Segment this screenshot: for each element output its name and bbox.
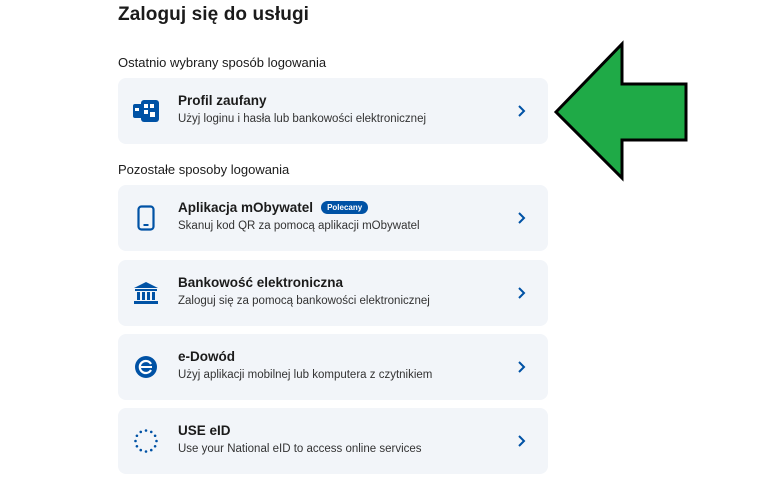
chevron-right-icon	[518, 361, 526, 373]
bank-icon	[133, 280, 159, 306]
login-option-bank[interactable]: Bankowość elektroniczna Zaloguj się za p…	[118, 260, 548, 326]
login-option-mobywatel[interactable]: Aplikacja mObywatel Polecany Skanuj kod Q…	[118, 185, 548, 251]
section-label-other: Pozostałe sposoby logowania	[118, 162, 290, 177]
login-option-title: USE eID	[178, 423, 231, 438]
login-option-title: Profil zaufany	[178, 93, 267, 108]
login-option-description: Use your National eID to access online s…	[178, 443, 422, 455]
eu-stars-icon	[133, 428, 159, 454]
login-option-edowod[interactable]: e-Dowód Użyj aplikacji mobilnej lub komp…	[118, 334, 548, 400]
phone-icon	[133, 205, 159, 231]
section-label-recent: Ostatnio wybrany sposób logowania	[118, 55, 327, 70]
chevron-right-icon	[518, 435, 526, 447]
login-option-eid[interactable]: USE eID Use your National eID to access …	[118, 408, 548, 474]
edowod-icon	[133, 354, 159, 380]
login-option-title-text: Aplikacja mObywatel	[178, 200, 314, 215]
login-option-description: Skanuj kod QR za pomocą aplikacji mObywa…	[178, 220, 420, 232]
login-option-description: Zaloguj się za pomocą bankowości elektro…	[178, 295, 430, 307]
green-arrow-annotation	[553, 40, 688, 182]
login-option-title: Aplikacja mObywatel Polecany	[178, 200, 369, 215]
chevron-right-icon	[518, 105, 526, 117]
trusted-profile-icon	[133, 98, 159, 124]
login-option-title: Bankowość elektroniczna	[178, 275, 344, 290]
login-option-description: Użyj loginu i hasła lub bankowości elekt…	[178, 113, 427, 125]
login-option-description: Użyj aplikacji mobilnej lub komputera z …	[178, 369, 433, 381]
login-option-title: e-Dowód	[178, 349, 235, 364]
page-title: Zaloguj się do usługi	[118, 4, 310, 25]
login-option-trusted-profile[interactable]: Profil zaufany Użyj loginu i hasła lub b…	[118, 78, 548, 144]
chevron-right-icon	[518, 287, 526, 299]
recommended-badge: Polecany	[321, 201, 369, 214]
chevron-right-icon	[518, 212, 526, 224]
